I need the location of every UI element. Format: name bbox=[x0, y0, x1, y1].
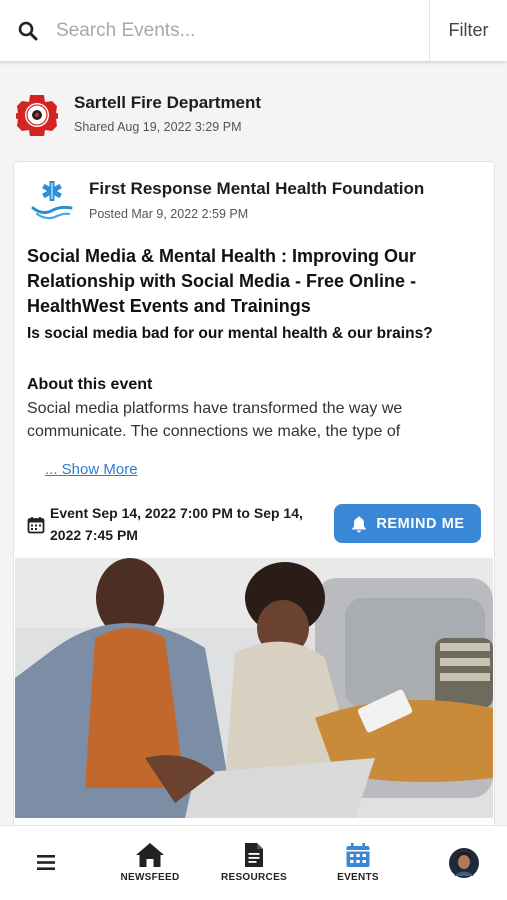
share-header: Sartell Fire Department Shared Aug 19, 2… bbox=[0, 61, 507, 160]
post-org-name[interactable]: First Response Mental Health Foundation bbox=[89, 178, 424, 200]
avatar bbox=[449, 848, 479, 878]
top-bar: Filter bbox=[0, 0, 507, 61]
posted-timestamp: Posted Mar 9, 2022 2:59 PM bbox=[89, 207, 249, 221]
post-info: First Response Mental Health Foundation … bbox=[89, 178, 424, 221]
event-time: Event Sep 14, 2022 7:00 PM to Sep 14, 20… bbox=[50, 504, 303, 543]
menu-button[interactable] bbox=[36, 854, 56, 871]
event-time-row: Event Sep 14, 2022 7:00 PM to Sep 14, 20… bbox=[15, 501, 493, 546]
about-heading: About this event bbox=[27, 376, 153, 393]
nav-newsfeed-label: NEWSFEED bbox=[120, 872, 180, 883]
document-icon bbox=[245, 843, 263, 867]
events-feed[interactable]: Sartell Fire Department Shared Aug 19, 2… bbox=[0, 61, 507, 825]
about-body: Social media platforms have transformed … bbox=[27, 400, 403, 440]
hamburger-menu-icon bbox=[37, 855, 55, 870]
event-card: First Response Mental Health Foundation … bbox=[13, 161, 495, 825]
nav-events[interactable]: EVENTS bbox=[320, 842, 396, 883]
event-title: Social Media & Mental Health : Improving… bbox=[27, 246, 417, 316]
nav-newsfeed[interactable]: NEWSFEED bbox=[112, 842, 188, 883]
bottom-navigation: NEWSFEED RESOURCES EVENTS bbox=[0, 825, 507, 900]
search-input[interactable] bbox=[56, 19, 429, 42]
search-icon[interactable] bbox=[0, 21, 56, 41]
remind-me-button[interactable]: REMIND ME bbox=[334, 504, 481, 543]
nav-resources-label: RESOURCES bbox=[220, 872, 288, 883]
post-header: First Response Mental Health Foundation … bbox=[15, 162, 493, 226]
remind-me-label: REMIND ME bbox=[376, 515, 465, 532]
profile-button[interactable] bbox=[449, 848, 479, 878]
shared-timestamp: Shared Aug 19, 2022 3:29 PM bbox=[74, 120, 242, 134]
home-icon bbox=[136, 843, 164, 867]
bell-icon bbox=[352, 516, 367, 532]
share-info: Sartell Fire Department Shared Aug 19, 2… bbox=[74, 92, 261, 134]
calendar-icon bbox=[27, 516, 45, 533]
nav-events-label: EVENTS bbox=[337, 872, 379, 883]
sharer-name[interactable]: Sartell Fire Department bbox=[74, 92, 261, 114]
filter-button[interactable]: Filter bbox=[429, 0, 507, 61]
calendar-icon bbox=[346, 843, 370, 867]
nav-resources[interactable]: RESOURCES bbox=[216, 842, 292, 883]
event-subtitle: Is social media bad for our mental healt… bbox=[27, 325, 433, 342]
mental-health-foundation-logo bbox=[31, 181, 73, 220]
show-more-link[interactable]: ... Show More bbox=[45, 461, 138, 478]
fire-department-logo bbox=[16, 95, 58, 136]
event-photo bbox=[15, 558, 493, 818]
